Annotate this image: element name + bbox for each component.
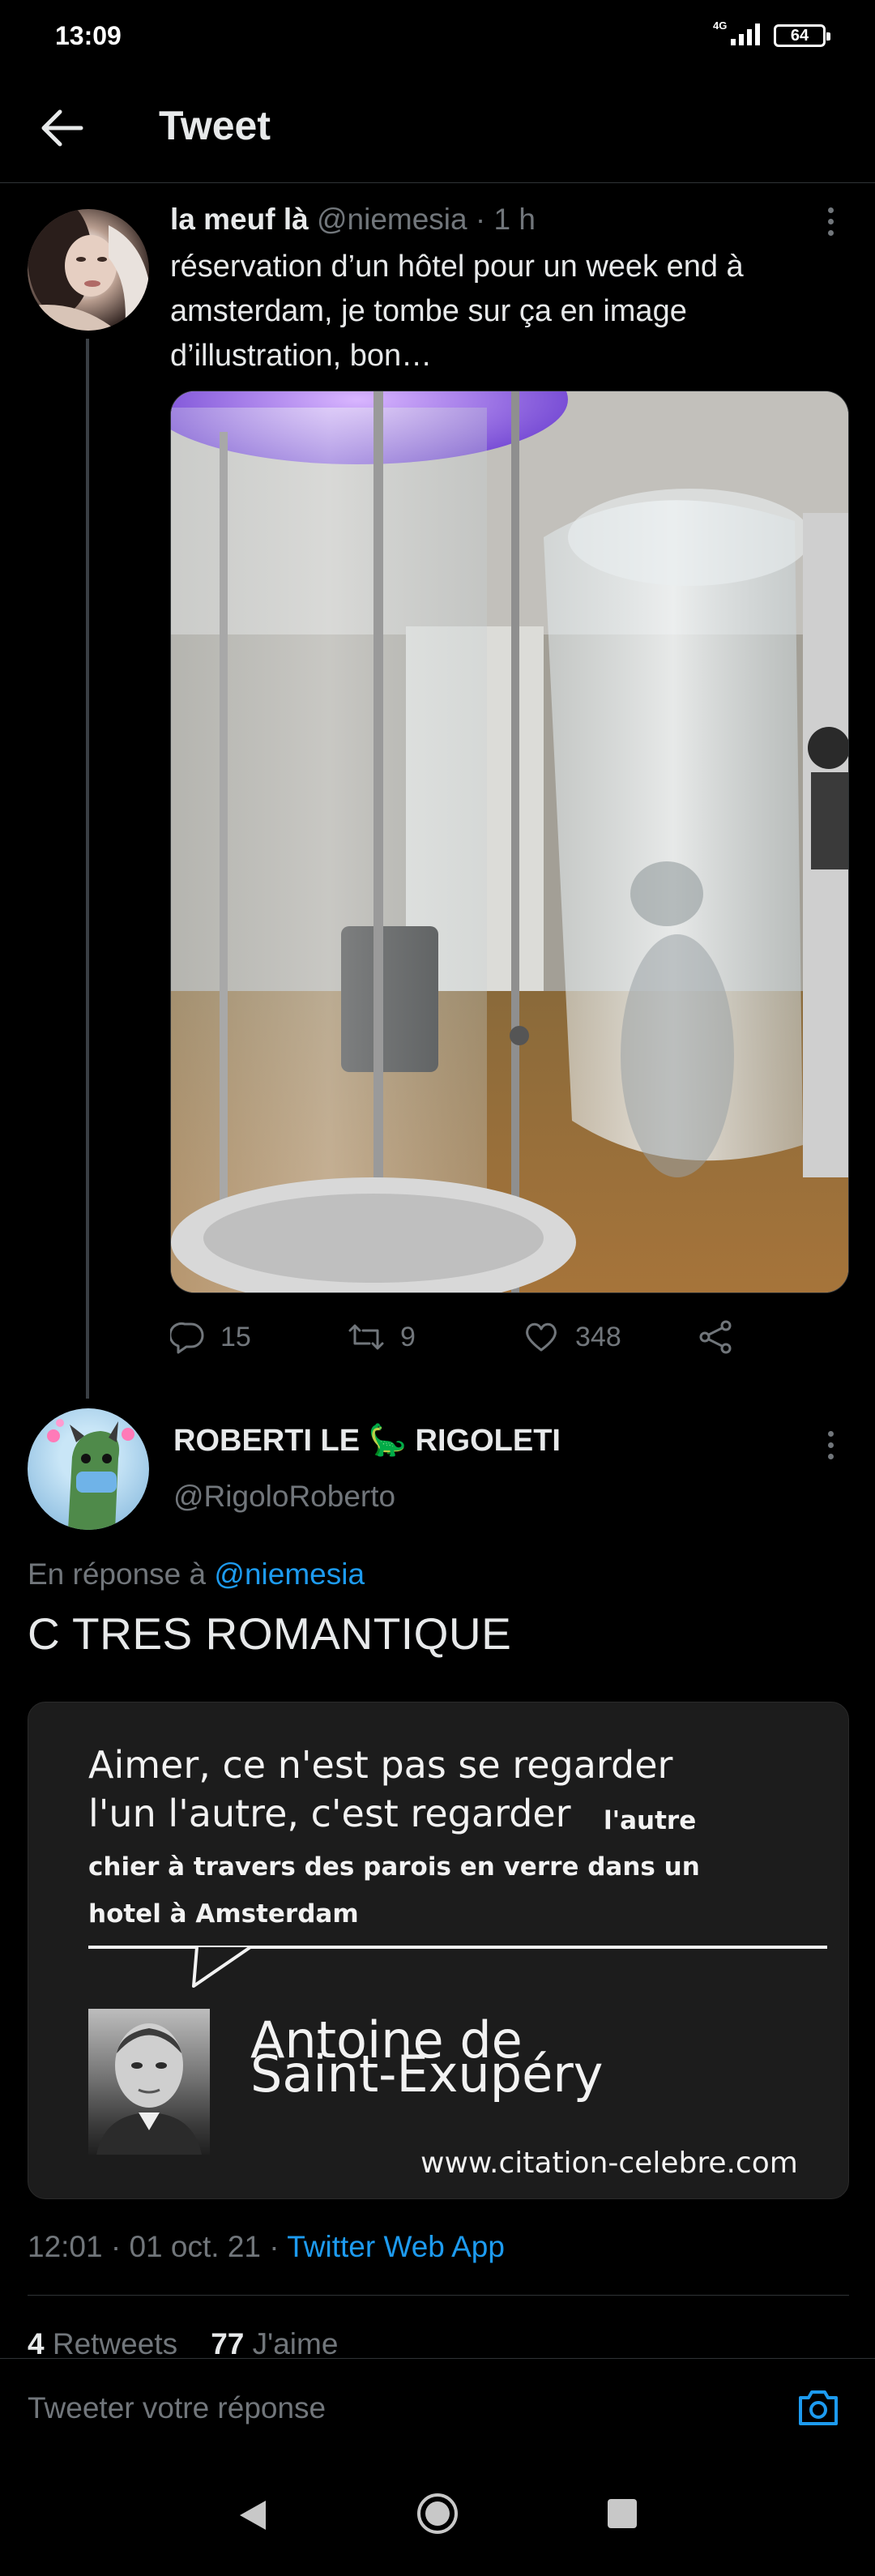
author-handle[interactable]: @RigoloRoberto (173, 1480, 395, 1514)
retweet-button[interactable]: 9 (347, 1314, 416, 1360)
replying-to-handle[interactable]: @niemesia (214, 1557, 365, 1591)
author-handle[interactable]: @niemesia (317, 203, 467, 236)
quote-text-line: l'autre (604, 1806, 697, 1835)
engagement-stats: 4 Retweets 77 J'aime (28, 2327, 338, 2361)
reply-icon (170, 1322, 204, 1354)
replying-to: En réponse à @niemesia (28, 1557, 365, 1591)
camera-icon (799, 2390, 838, 2425)
reply-input[interactable]: Tweeter votre réponse (28, 2391, 326, 2425)
tweet-header: la meuf là @niemesia · 1 h (170, 203, 536, 237)
speech-bubble-tail (192, 1947, 252, 1988)
retweet-count: 9 (400, 1321, 416, 1352)
quote-text-line: hotel à Amsterdam (88, 1899, 359, 1929)
nav-recents-icon[interactable] (608, 2499, 637, 2528)
quote-author: Saint-Exupéry (250, 2044, 604, 2104)
more-options-button[interactable] (822, 1431, 839, 1467)
system-navigation-bar (0, 2457, 875, 2576)
replying-to-label: En réponse à (28, 1557, 207, 1591)
like-button[interactable]: 348 (522, 1314, 621, 1360)
avatar[interactable] (28, 1408, 149, 1530)
back-button[interactable] (32, 97, 94, 159)
reply-button[interactable]: 15 (170, 1314, 251, 1360)
arrow-left-icon (41, 109, 83, 147)
page-title: Tweet (159, 103, 271, 148)
quote-text-line: Aimer, ce n'est pas se regarder (88, 1743, 673, 1787)
timestamp: 12:01 · 01 oct. 21 · (28, 2230, 288, 2263)
battery-icon: 64 (774, 24, 830, 47)
more-options-button[interactable] (822, 207, 839, 243)
quote-text-line: chier à travers des parois en verre dans… (88, 1852, 700, 1882)
tweet-text: réservation d’un hôtel pour un week end … (170, 250, 744, 373)
tweet-image[interactable]: Aimer, ce n'est pas se regarder l'un l'a… (28, 1702, 849, 2199)
reply-composer: Tweeter votre réponse (0, 2358, 875, 2458)
top-app-bar: Tweet (0, 73, 875, 183)
status-time: 13:09 (55, 21, 122, 50)
likes-stat[interactable]: 77 J'aime (211, 2327, 338, 2360)
retweets-stat[interactable]: 4 Retweets (28, 2327, 177, 2360)
divider (28, 2295, 849, 2296)
camera-button[interactable] (794, 2383, 843, 2432)
author-name[interactable]: la meuf là (170, 203, 309, 236)
reply-count: 15 (220, 1321, 251, 1352)
tweet-meta: 12:01 · 01 oct. 21 · Twitter Web App (28, 2230, 505, 2264)
signal-icon: 4G (713, 19, 770, 49)
tweet-photo[interactable] (170, 391, 849, 1293)
quote-text-line: l'un l'autre, c'est regarder (88, 1792, 571, 1835)
author-name[interactable]: ROBERTI LE 🦕 RIGOLETI (173, 1423, 561, 1459)
thread-line (86, 339, 89, 1399)
tweet-text: C TRES ROMANTIQUE (28, 1608, 512, 1659)
nav-back-icon[interactable] (237, 2497, 269, 2533)
nav-home-icon[interactable] (416, 2493, 459, 2535)
separator-dot: · (475, 203, 486, 236)
heart-icon (526, 1322, 557, 1352)
source-link[interactable]: Twitter Web App (287, 2230, 505, 2263)
like-count: 348 (575, 1321, 621, 1352)
share-icon (699, 1320, 732, 1354)
watermark-url: www.citation-celebre.com (420, 2147, 798, 2180)
avatar[interactable] (28, 209, 149, 331)
tweet-time: 1 h (493, 203, 536, 236)
status-bar: 13:09 4G 64 (0, 0, 875, 73)
author-portrait (88, 2009, 210, 2155)
share-button[interactable] (697, 1314, 749, 1360)
retweet-icon (348, 1324, 384, 1350)
